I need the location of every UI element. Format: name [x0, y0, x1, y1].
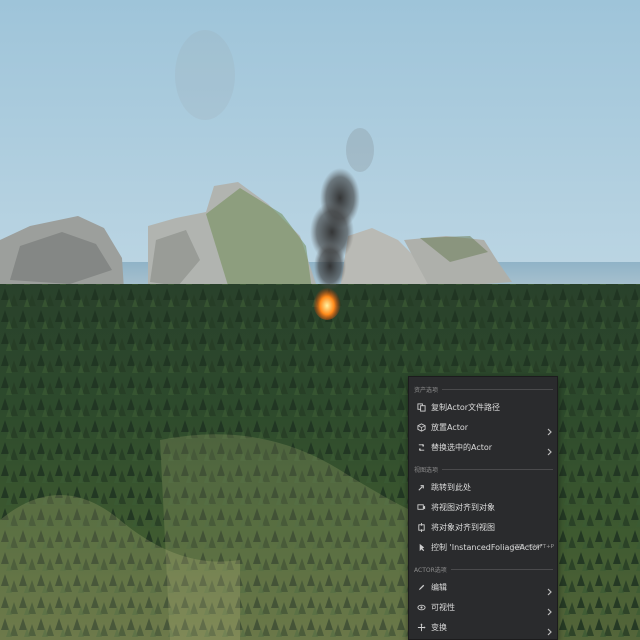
menu-item-snap-object[interactable]: 将对象对齐到视图	[409, 517, 557, 537]
menu-section-title: ACTOR选项	[414, 566, 447, 574]
menu-item-pilot[interactable]: 控制 'InstancedFoliageActor' CTRL+SHIFT+P	[409, 537, 557, 557]
place-actor-icon	[416, 422, 426, 432]
snap-object-icon	[416, 522, 426, 532]
menu-item-label: 将对象对齐到视图	[431, 522, 495, 532]
menu-item-jump[interactable]: 跳转到此处	[409, 477, 557, 497]
level-viewport[interactable]: 资产选项复制Actor文件路径 放置Actor 替换选中的Actor 视图选项跳转到此…	[0, 0, 640, 640]
submenu-arrow-icon	[546, 582, 553, 596]
menu-item-label: 将视图对齐到对象	[431, 502, 495, 512]
menu-section-divider	[450, 568, 553, 570]
pilot-icon	[416, 542, 426, 552]
menu-item-copy[interactable]: 复制Actor文件路径	[409, 397, 557, 417]
jump-icon	[416, 482, 426, 492]
transform-icon	[416, 622, 426, 632]
menu-item-edit[interactable]: 编辑	[409, 577, 557, 597]
menu-item-snap-view[interactable]: 将视图对齐到对象	[409, 497, 557, 517]
menu-section-header: 视图选项	[409, 461, 557, 477]
edit-icon	[416, 582, 426, 592]
menu-item-transform[interactable]: 变换	[409, 617, 557, 637]
submenu-arrow-icon	[546, 622, 553, 636]
menu-section-title: 资产选项	[414, 386, 439, 394]
context-menu: 资产选项复制Actor文件路径 放置Actor 替换选中的Actor 视图选项跳转到此…	[408, 376, 558, 640]
menu-item-label: 放置Actor	[431, 422, 469, 432]
menu-item-label: 替换选中的Actor	[431, 442, 493, 452]
snap-view-icon	[416, 502, 426, 512]
submenu-arrow-icon	[546, 602, 553, 616]
menu-item-replace[interactable]: 替换选中的Actor	[409, 437, 557, 457]
menu-item-place-actor[interactable]: 放置Actor	[409, 417, 557, 437]
menu-section-divider	[442, 388, 553, 390]
menu-section-divider	[442, 468, 553, 470]
menu-item-label: 复制Actor文件路径	[431, 402, 501, 412]
menu-item-label: 变换	[431, 622, 447, 632]
visibility-icon	[416, 602, 426, 612]
menu-item-label: 编辑	[431, 582, 447, 592]
copy-icon	[416, 402, 426, 412]
menu-section-header: 资产选项	[409, 381, 557, 397]
menu-item-label: 可视性	[431, 602, 455, 612]
submenu-arrow-icon	[546, 442, 553, 456]
menu-item-visibility[interactable]: 可视性	[409, 597, 557, 617]
replace-icon	[416, 442, 426, 452]
submenu-arrow-icon	[546, 422, 553, 436]
menu-section-header: ACTOR选项	[409, 561, 557, 577]
menu-item-label: 跳转到此处	[431, 482, 471, 492]
menu-item-shortcut: CTRL+SHIFT+P	[511, 544, 554, 550]
menu-section-title: 视图选项	[414, 466, 439, 474]
